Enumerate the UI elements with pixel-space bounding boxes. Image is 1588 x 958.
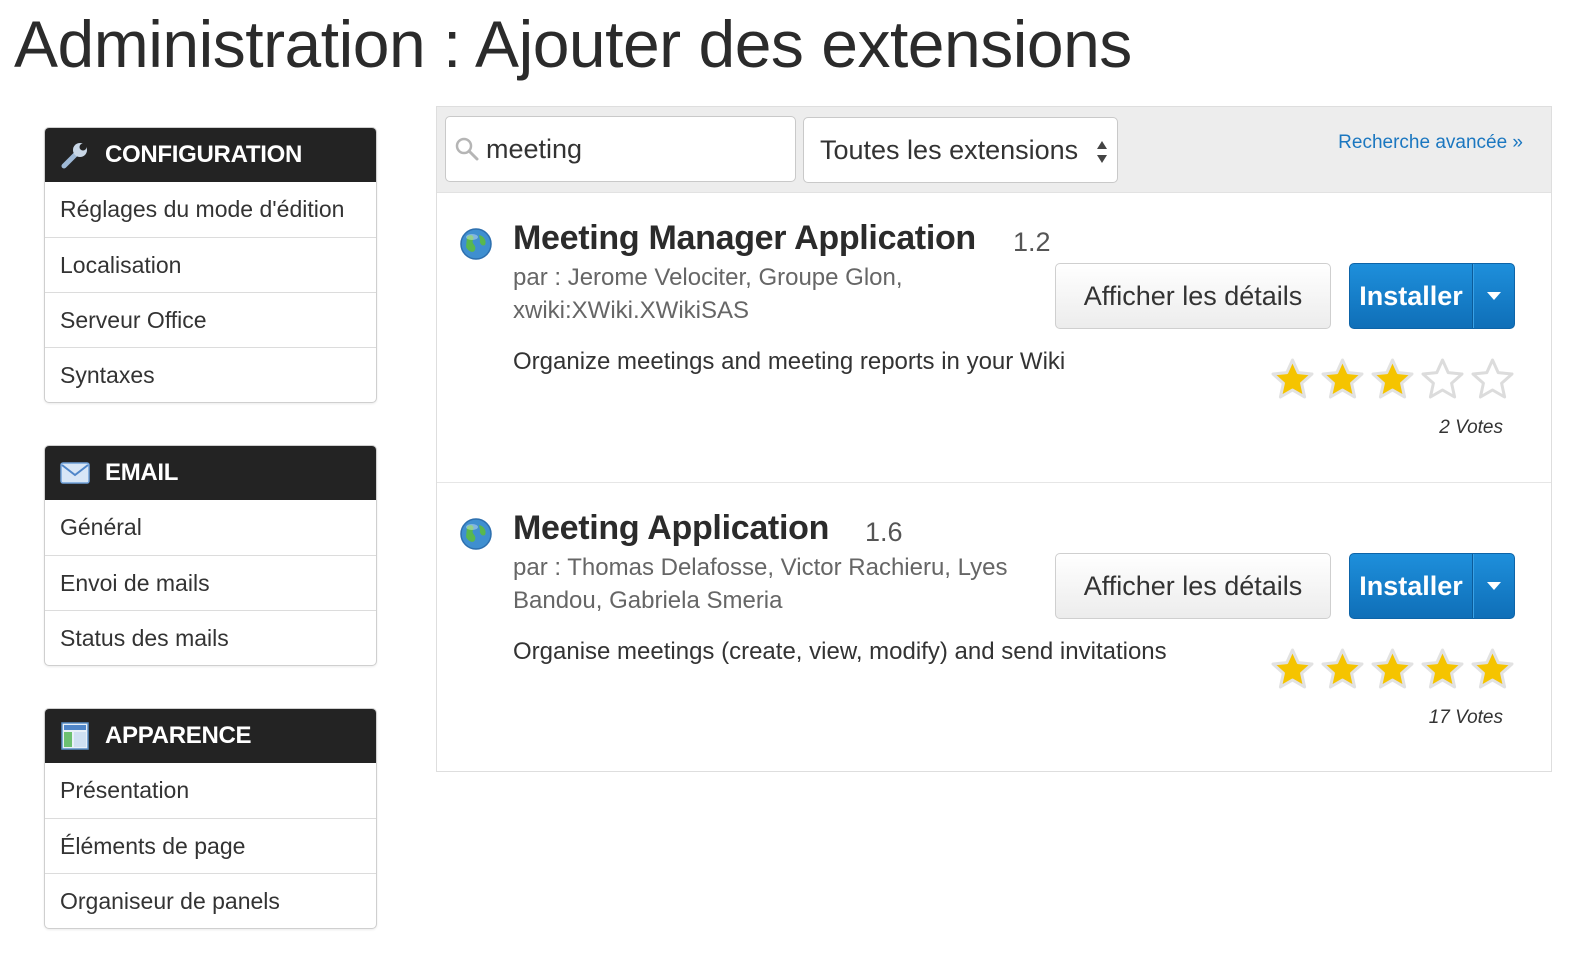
- star-empty-icon[interactable]: [1470, 357, 1515, 402]
- page-title: Administration : Ajouter des extensions: [14, 7, 1132, 81]
- panel-header-email: EMAIL: [45, 446, 376, 500]
- extension-item: Meeting Application 1.6 par : Thomas Del…: [437, 484, 1551, 773]
- extension-filter-select[interactable]: Toutes les extensions: [803, 117, 1118, 183]
- sidebar-panel-apparence: APPARENCE Présentation Éléments de page …: [44, 708, 377, 929]
- extension-name[interactable]: Meeting Application: [513, 509, 829, 548]
- install-button-group: Installer: [1349, 553, 1515, 619]
- select-arrows-icon: [1097, 141, 1107, 163]
- rating-stars[interactable]: [1270, 647, 1515, 692]
- panel-header-configuration: CONFIGURATION: [45, 128, 376, 182]
- panel-header-apparence: APPARENCE: [45, 709, 376, 763]
- extension-authors: par : Thomas Delafosse, Victor Rachieru,…: [513, 554, 1008, 614]
- sidebar-item-presentation[interactable]: Présentation: [45, 763, 376, 818]
- extension-version: 1.2: [1013, 227, 1051, 257]
- show-details-button[interactable]: Afficher les détails: [1055, 553, 1331, 619]
- extension-authors: par : Jerome Velociter, Groupe Glon, xwi…: [513, 264, 903, 324]
- advanced-search-link[interactable]: Recherche avancée »: [1338, 132, 1523, 154]
- wrench-icon: [59, 139, 91, 171]
- rating-stars[interactable]: [1270, 357, 1515, 402]
- install-button[interactable]: Installer: [1350, 264, 1473, 328]
- star-filled-icon[interactable]: [1370, 357, 1415, 402]
- envelope-icon: [59, 457, 91, 489]
- sidebar-item-panel-organizer[interactable]: Organiseur de panels: [45, 873, 376, 928]
- chevron-down-icon: [1487, 292, 1501, 300]
- star-filled-icon[interactable]: [1270, 647, 1315, 692]
- sidebar-item-mail-status[interactable]: Status des mails: [45, 610, 376, 665]
- install-dropdown-toggle[interactable]: [1473, 554, 1514, 618]
- votes-count: 17 Votes: [1428, 707, 1503, 728]
- globe-icon: [460, 518, 492, 550]
- sidebar-item-general[interactable]: Général: [45, 500, 376, 555]
- star-filled-icon[interactable]: [1420, 647, 1465, 692]
- show-details-button[interactable]: Afficher les détails: [1055, 263, 1331, 329]
- star-empty-icon[interactable]: [1420, 357, 1465, 402]
- panel-title-configuration: CONFIGURATION: [105, 141, 302, 168]
- search-bar: Toutes les extensions Recherche avancée …: [437, 107, 1551, 193]
- extensions-main: Toutes les extensions Recherche avancée …: [436, 106, 1552, 772]
- sidebar-panel-configuration: CONFIGURATION Réglages du mode d'édition…: [44, 127, 377, 403]
- panel-title-email: EMAIL: [105, 459, 179, 486]
- sidebar-item-syntaxes[interactable]: Syntaxes: [45, 347, 376, 402]
- sidebar-panel-email: EMAIL Général Envoi de mails Status des …: [44, 445, 377, 666]
- install-dropdown-toggle[interactable]: [1473, 264, 1514, 328]
- layout-icon: [59, 720, 91, 752]
- globe-icon: [460, 228, 492, 260]
- extension-item: Meeting Manager Application 1.2 par : Je…: [437, 193, 1551, 483]
- sidebar-item-mail-sending[interactable]: Envoi de mails: [45, 555, 376, 610]
- sidebar-item-office-server[interactable]: Serveur Office: [45, 292, 376, 347]
- star-filled-icon[interactable]: [1270, 357, 1315, 402]
- star-filled-icon[interactable]: [1320, 647, 1365, 692]
- extension-version: 1.6: [865, 517, 903, 547]
- search-field[interactable]: [445, 116, 796, 182]
- panel-title-apparence: APPARENCE: [105, 722, 252, 749]
- extension-description: Organise meetings (create, view, modify)…: [513, 638, 1167, 665]
- star-filled-icon[interactable]: [1470, 647, 1515, 692]
- sidebar-item-page-elements[interactable]: Éléments de page: [45, 818, 376, 873]
- sidebar-item-edit-mode[interactable]: Réglages du mode d'édition: [45, 182, 376, 237]
- sidebar-item-localisation[interactable]: Localisation: [45, 237, 376, 292]
- install-button-group: Installer: [1349, 263, 1515, 329]
- star-filled-icon[interactable]: [1320, 357, 1365, 402]
- chevron-down-icon: [1487, 582, 1501, 590]
- extension-description: Organize meetings and meeting reports in…: [513, 348, 1066, 375]
- extension-filter-value: Toutes les extensions: [820, 134, 1079, 165]
- votes-count: 2 Votes: [1439, 417, 1503, 438]
- install-button[interactable]: Installer: [1350, 554, 1473, 618]
- search-icon: [455, 137, 479, 161]
- search-input[interactable]: [486, 133, 776, 165]
- star-filled-icon[interactable]: [1370, 647, 1415, 692]
- extension-name[interactable]: Meeting Manager Application: [513, 219, 976, 258]
